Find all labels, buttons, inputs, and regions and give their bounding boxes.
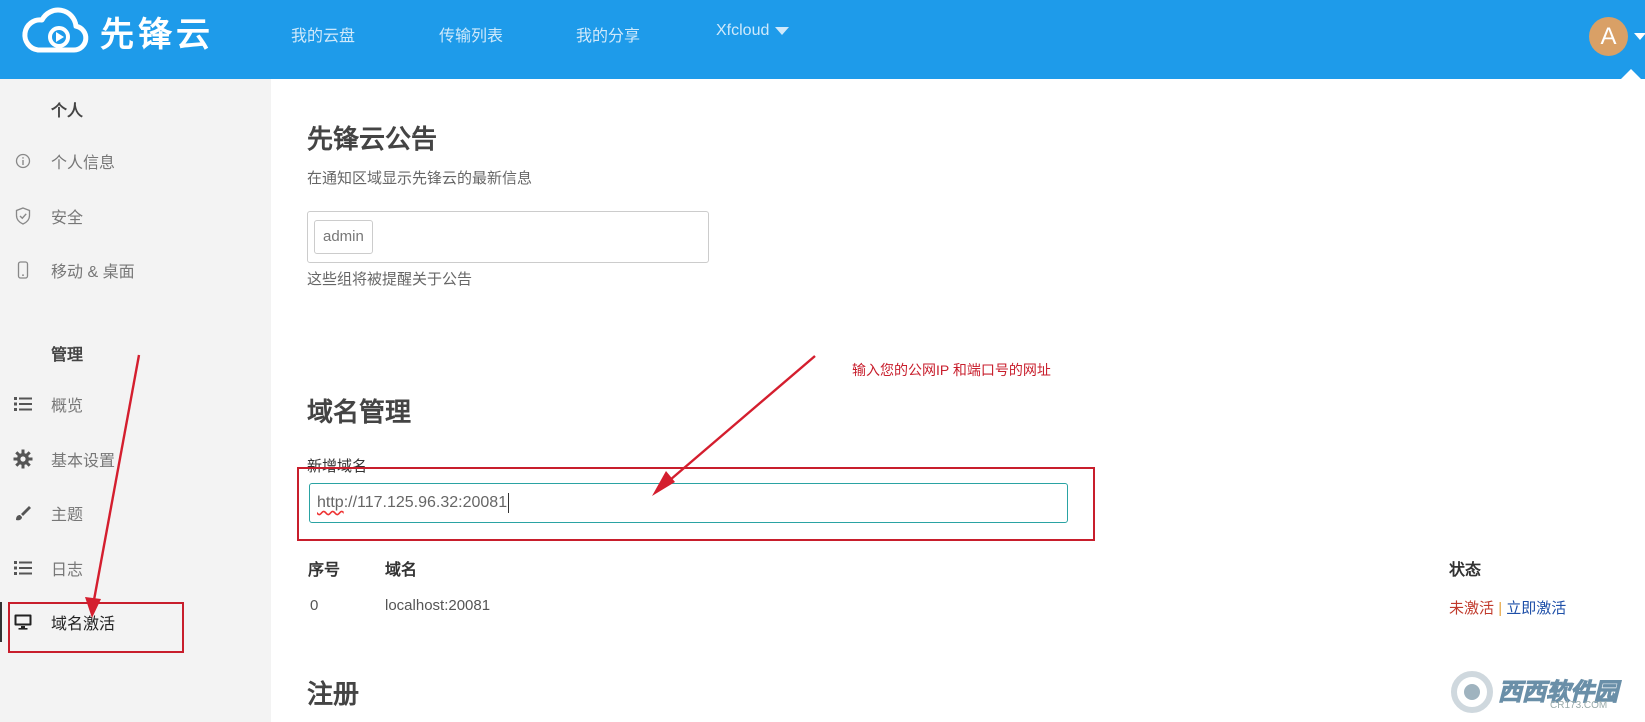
- activate-now-link[interactable]: 立即激活: [1506, 600, 1566, 617]
- chevron-down-icon: [775, 26, 790, 35]
- sidebar-item-label: 主题: [51, 507, 84, 524]
- sidebar-item-label: 安全: [51, 210, 84, 227]
- col-header-index: 序号: [308, 562, 341, 579]
- sidebar-item-security[interactable]: 安全: [0, 196, 271, 236]
- sidebar-heading-personal: 个人: [51, 103, 84, 120]
- list-icon: [13, 558, 33, 578]
- gear-icon: [13, 449, 33, 469]
- sidebar-item-overview[interactable]: 概览: [0, 384, 271, 424]
- user-menu-caret-icon[interactable]: [1634, 28, 1645, 44]
- col-header-domain: 域名: [385, 562, 418, 579]
- list-icon: [13, 394, 33, 414]
- sidebar-item-label: 个人信息: [51, 155, 116, 172]
- annotation-box-sidebar: [8, 602, 184, 653]
- top-navbar: 先锋云 我的云盘 传输列表 我的分享 Xfcloud A: [0, 0, 1645, 80]
- row-status: 未激活 | 立即激活: [1449, 597, 1566, 618]
- logo[interactable]: 先锋云: [20, 6, 214, 56]
- sidebar-item-label: 日志: [51, 562, 84, 579]
- sidebar-item-label: 基本设置: [51, 453, 116, 470]
- watermark-subtext: CR173.COM: [1550, 700, 1608, 711]
- info-icon: [13, 151, 33, 171]
- nav-my-shares[interactable]: 我的分享: [576, 22, 640, 46]
- cloud-play-icon: [22, 7, 89, 53]
- row-index: 0: [310, 597, 319, 614]
- sidebar-item-theme[interactable]: 主题: [0, 493, 271, 533]
- announcement-description: 在通知区域显示先锋云的最新信息: [307, 170, 533, 187]
- announcement-groups-input[interactable]: admin: [307, 211, 709, 263]
- sidebar-item-label: 概览: [51, 398, 84, 415]
- nav-xfcloud-dropdown[interactable]: Xfcloud: [716, 22, 790, 40]
- domain-management-title: 域名管理: [307, 397, 412, 427]
- user-avatar[interactable]: A: [1589, 17, 1628, 56]
- status-separator: |: [1498, 600, 1503, 617]
- sidebar-item-label: 移动 & 桌面: [51, 264, 135, 281]
- nav-my-cloud[interactable]: 我的云盘: [291, 22, 355, 46]
- annotation-text: 输入您的公网IP 和端口号的网址: [852, 362, 1051, 378]
- shield-check-icon: [13, 206, 33, 226]
- active-indicator: [0, 602, 2, 642]
- announcement-hint: 这些组将被提醒关于公告: [307, 271, 473, 288]
- sidebar-item-log[interactable]: 日志: [0, 548, 271, 588]
- phone-icon: [13, 260, 33, 280]
- brush-icon: [13, 503, 33, 523]
- app-name: 先锋云: [100, 14, 214, 55]
- sidebar-item-basic-settings[interactable]: 基本设置: [0, 439, 271, 479]
- nav-xfcloud-label: Xfcloud: [716, 22, 770, 39]
- group-tag[interactable]: admin: [314, 220, 373, 254]
- col-header-status: 状态: [1449, 562, 1482, 579]
- register-title: 注册: [307, 679, 360, 709]
- row-domain: localhost:20081: [385, 597, 491, 614]
- sidebar-item-mobile-desktop[interactable]: 移动 & 桌面: [0, 250, 271, 290]
- nav-transfer-list[interactable]: 传输列表: [439, 22, 503, 46]
- announcement-title: 先锋云公告: [307, 124, 438, 154]
- dropdown-notch: [1620, 69, 1642, 80]
- site-watermark: 西西软件园 CR173.COM: [1450, 670, 1630, 714]
- sidebar-heading-admin: 管理: [51, 347, 84, 364]
- status-inactive: 未激活: [1449, 600, 1495, 617]
- sidebar-item-personal-info[interactable]: 个人信息: [0, 141, 271, 181]
- annotation-box-input: [297, 467, 1095, 541]
